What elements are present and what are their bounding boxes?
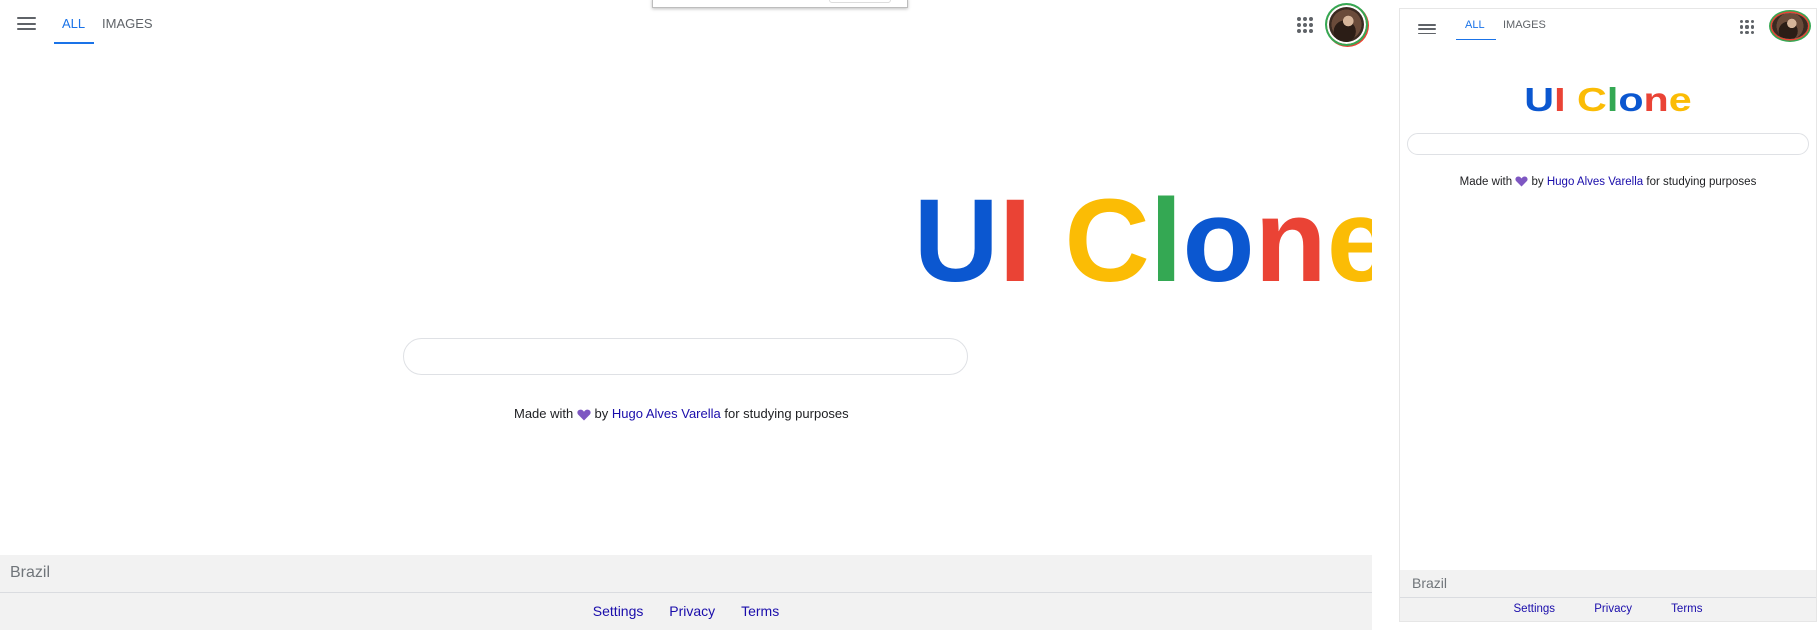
- view-divider: [1372, 0, 1399, 630]
- logo-letter: C: [1577, 81, 1607, 118]
- credit-prefix: Made with: [514, 406, 574, 421]
- footer-links: Settings Privacy Terms: [1400, 603, 1816, 615]
- logo-letter: n: [1254, 175, 1327, 307]
- logo-letter: o: [1618, 81, 1644, 118]
- footer-links: Settings Privacy Terms: [0, 603, 1372, 619]
- author-link[interactable]: Hugo Alves Varella: [1547, 176, 1643, 188]
- logo-letter: l: [1606, 81, 1619, 118]
- tab-all[interactable]: ALL: [1465, 19, 1485, 31]
- logo-letter: [1566, 81, 1577, 118]
- active-tab-indicator: [1456, 39, 1496, 40]
- credit-line: Made with by Hugo Alves Varella for stud…: [1400, 176, 1816, 188]
- logo-letter: n: [1643, 81, 1669, 118]
- logo-letter: [1032, 175, 1065, 307]
- credit-prefix: Made with: [1459, 176, 1513, 188]
- credit-by: by: [594, 406, 609, 421]
- logo-letter: I: [1554, 81, 1566, 118]
- footer: Brazil Settings Privacy Terms: [1400, 570, 1816, 621]
- logo-letter: l: [1149, 175, 1183, 307]
- footer-link-settings[interactable]: Settings: [593, 603, 644, 619]
- apps-grid-icon[interactable]: [1297, 17, 1313, 33]
- footer: Brazil Settings Privacy Terms: [0, 555, 1372, 630]
- credit-by: by: [1531, 176, 1544, 188]
- logo: UI Clone: [1400, 81, 1816, 118]
- screenshot-stage: ALL IMAGES UI Clone Made with by Hugo Al…: [0, 0, 1820, 630]
- popup-button[interactable]: [829, 0, 891, 3]
- purple-heart-icon: [1515, 177, 1528, 188]
- dropdown-popup: [652, 0, 908, 8]
- logo-letter: I: [998, 175, 1032, 307]
- search-input[interactable]: [1407, 133, 1809, 155]
- search-input[interactable]: [403, 338, 968, 375]
- hamburger-menu-icon[interactable]: [1418, 24, 1436, 34]
- mobile-view: ALL IMAGES UI Clone Made with by Hugo Al…: [1399, 8, 1817, 622]
- logo-letter: e: [1668, 81, 1692, 118]
- footer-divider: [1400, 597, 1816, 598]
- desktop-view: ALL IMAGES UI Clone Made with by Hugo Al…: [0, 0, 1392, 630]
- user-avatar[interactable]: [1772, 13, 1808, 39]
- logo-letter: U: [1524, 81, 1555, 118]
- active-tab-indicator: [54, 42, 94, 44]
- hamburger-menu-icon[interactable]: [17, 17, 36, 30]
- author-link[interactable]: Hugo Alves Varella: [612, 406, 721, 421]
- footer-link-settings[interactable]: Settings: [1514, 603, 1556, 615]
- footer-link-terms[interactable]: Terms: [1671, 603, 1702, 615]
- credit-suffix: for studying purposes: [724, 406, 849, 421]
- footer-divider: [0, 592, 1372, 593]
- apps-grid-icon[interactable]: [1740, 20, 1754, 34]
- tab-images[interactable]: IMAGES: [102, 16, 153, 31]
- user-avatar[interactable]: [1327, 5, 1366, 44]
- purple-heart-icon: [577, 409, 591, 421]
- logo-letter: U: [913, 175, 999, 307]
- logo-letter: C: [1064, 175, 1150, 307]
- footer-link-privacy[interactable]: Privacy: [1594, 603, 1632, 615]
- footer-country: Brazil: [10, 564, 51, 581]
- footer-link-terms[interactable]: Terms: [741, 603, 779, 619]
- footer-country: Brazil: [1412, 575, 1448, 591]
- credit-suffix: for studying purposes: [1646, 176, 1757, 188]
- footer-link-privacy[interactable]: Privacy: [669, 603, 715, 619]
- logo-letter: o: [1182, 175, 1255, 307]
- tab-images[interactable]: IMAGES: [1503, 19, 1546, 31]
- credit-line: Made with by Hugo Alves Varella for stud…: [514, 406, 849, 421]
- tab-all[interactable]: ALL: [62, 16, 85, 31]
